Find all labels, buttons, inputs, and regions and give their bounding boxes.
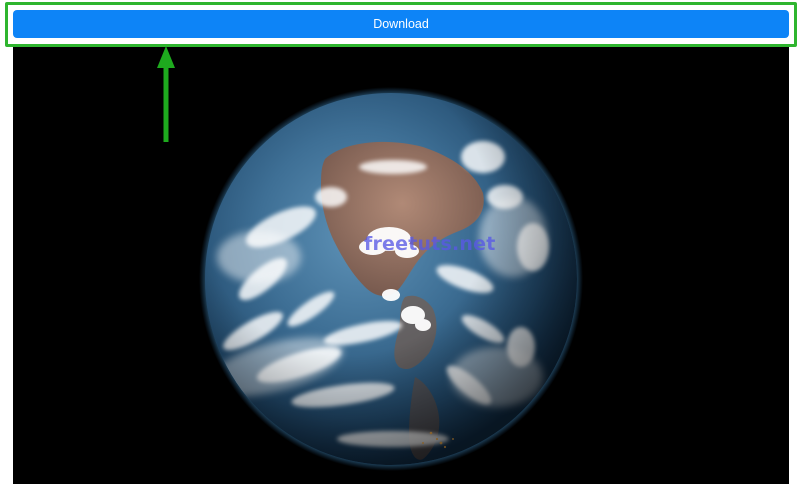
download-button[interactable]: Download [13,10,789,38]
earth-image: freetuts.net [13,47,789,484]
watermark-text: freetuts.net [364,233,496,255]
download-page: Download freetuts.net [0,0,800,491]
earth-globe-picture [199,87,583,471]
arrow-up-icon [157,46,175,142]
